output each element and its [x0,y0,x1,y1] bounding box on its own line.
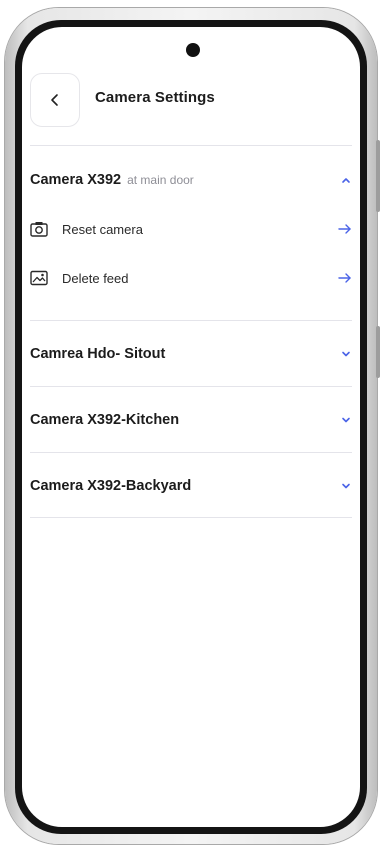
camera-name: Camera X392 [30,172,122,188]
phone-frame: Camera Settings Camera X392 at main door [5,8,380,844]
camera-name: Camera X392-Backyard [30,478,192,494]
camera-section-header-hdo-sitout[interactable]: Camrea Hdo- Sitout [30,339,352,369]
chevron-left-icon [51,94,58,106]
power-button [376,326,380,378]
divider [30,145,352,146]
reset-camera-label: Reset camera [62,221,143,237]
camera-icon [30,220,48,238]
phone-bezel: Camera Settings Camera X392 at main door [15,20,367,834]
chevron-down-icon[interactable] [340,414,352,426]
header: Camera Settings [22,71,360,131]
delete-feed-label: Delete feed [62,270,129,286]
camera-name: Camera X392-Kitchen [30,412,180,428]
camera-section-header-backyard[interactable]: Camera X392-Backyard [30,471,352,501]
arrow-right-icon[interactable] [338,272,352,284]
page: Camera Settings Camera X392 at main door [0,0,382,849]
camera-section-header-x392-main-door[interactable]: Camera X392 at main door [30,165,352,195]
back-button[interactable] [30,73,80,127]
camera-section-header-kitchen[interactable]: Camera X392-Kitchen [30,405,352,435]
delete-feed-row[interactable]: Delete feed [30,266,352,290]
divider [30,386,352,387]
divider [30,452,352,453]
divider [30,320,352,321]
arrow-right-icon[interactable] [338,223,352,235]
chevron-up-icon[interactable] [340,174,352,186]
chevron-down-icon[interactable] [340,480,352,492]
camera-name: Camrea Hdo- Sitout [30,346,166,362]
page-title: Camera Settings [95,89,215,106]
chevron-down-icon[interactable] [340,348,352,360]
front-camera-hole [186,43,200,57]
volume-button [376,140,380,212]
reset-camera-row[interactable]: Reset camera [30,217,352,241]
screen: Camera Settings Camera X392 at main door [22,27,360,827]
camera-location: at main door [127,173,194,187]
image-icon [30,269,48,287]
divider [30,517,352,518]
